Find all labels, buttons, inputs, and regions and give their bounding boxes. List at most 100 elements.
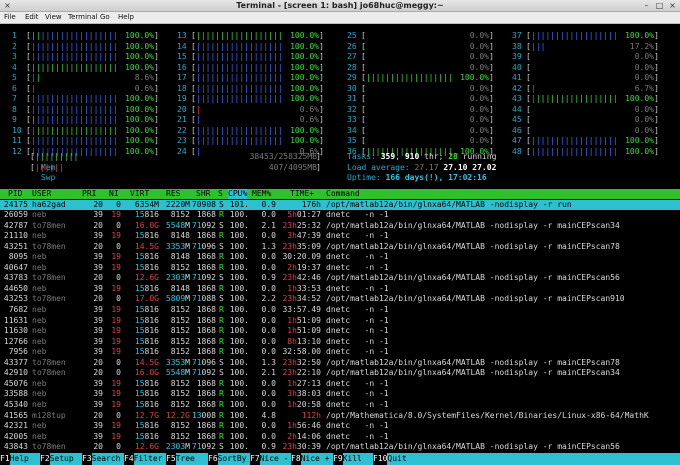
- shr: 1868: [196, 315, 216, 325]
- process-row[interactable]: 45340 neb 39 19 15816 8152 1868 R 100. 0.0 1h20:58…: [0, 400, 680, 411]
- menu-help[interactable]: Help: [118, 12, 134, 23]
- res: 12.2G: [165, 410, 190, 420]
- column-header-shr[interactable]: SHR: [196, 189, 210, 199]
- process-row[interactable]: 43253 to78men 20 0 17.0G 5809M 71088 S 100. 2.2 23…: [0, 294, 680, 305]
- column-header-mem[interactable]: MEM%: [252, 189, 271, 199]
- nice: 0: [116, 357, 121, 367]
- fkey-label-search[interactable]: Search: [91, 453, 124, 465]
- process-row[interactable]: 43843 to78men 20 0 12.6G 2303M 71092 S 100. 0.9 23…: [0, 442, 680, 453]
- nice: 0: [116, 273, 121, 283]
- cpu-label: 7: [12, 94, 17, 103]
- minimize-icon[interactable]: –: [642, 1, 651, 10]
- process-row[interactable]: 43377 to78men 20 0 14.5G 3353M 71096 S 100. 1.3 23…: [0, 358, 680, 369]
- state: R: [219, 378, 224, 388]
- column-header-cpu[interactable]: CPU%: [228, 189, 248, 199]
- priority: 20: [93, 294, 103, 304]
- fkey-f8[interactable]: F8: [291, 453, 301, 465]
- process-row[interactable]: 21110 neb 39 19 15816 8148 1868 R 100. 0.0 3h47:39…: [0, 231, 680, 242]
- menu-bar: File Edit View Terminal Go Help: [0, 12, 680, 24]
- pid: 7682: [8, 305, 28, 314]
- column-header-virt[interactable]: VIRT: [130, 189, 149, 199]
- fkey-f10[interactable]: F10: [373, 453, 388, 465]
- process-row[interactable]: 40647 neb 39 19 15816 8152 1868 R 100. 0.0 2h19:37…: [0, 263, 680, 274]
- nice: 19: [111, 283, 121, 293]
- fkey-f4[interactable]: F4: [124, 453, 134, 465]
- process-row[interactable]: 24175 ha62gad 20 0 6354M 2220M 70908 S 101. 0.9 17…: [0, 199, 680, 211]
- time: 3h47:39: [287, 231, 321, 241]
- time: 23h42:46: [282, 273, 321, 283]
- menu-go[interactable]: Go: [100, 12, 110, 23]
- fkey-f6[interactable]: F6: [208, 453, 218, 465]
- time: 23h35:09: [282, 241, 321, 251]
- cpu-meter-26: 26[0.0%]: [347, 41, 494, 51]
- menu-terminal[interactable]: Terminal: [68, 12, 98, 23]
- column-header-time[interactable]: TIME+: [290, 189, 314, 199]
- column-header-ni[interactable]: NI: [109, 189, 119, 199]
- state: R: [219, 326, 224, 336]
- fkey-f5[interactable]: F5: [166, 453, 176, 465]
- process-row[interactable]: 42321 neb 39 19 15816 8152 1868 R 100. 0.0 1h56:46…: [0, 421, 680, 432]
- process-row[interactable]: 45076 neb 39 19 15816 8152 1868 R 100. 0.0 1h27:13…: [0, 379, 680, 390]
- fkey-f9[interactable]: F9: [333, 453, 343, 465]
- fkey-f1[interactable]: F1: [0, 453, 10, 465]
- column-header-res[interactable]: RES: [166, 189, 180, 199]
- shr: 1868: [196, 347, 216, 357]
- process-row[interactable]: 43783 to78men 20 0 12.6G 2303M 71092 S 100. 0.9 23…: [0, 273, 680, 284]
- fkey-label-tree[interactable]: Tree: [175, 453, 208, 465]
- fkey-label-nice[interactable]: Nice -: [259, 453, 291, 465]
- cpu-percent: 100.0%: [625, 136, 654, 145]
- cpu-bar: |: [196, 104, 201, 114]
- priority: 20: [93, 199, 103, 209]
- command: dnetc -n -1: [326, 210, 389, 220]
- fkey-label-sortby[interactable]: SortBy: [217, 453, 250, 465]
- process-row[interactable]: 44650 neb 39 19 15816 8148 1868 R 100. 0.0 1h33:53…: [0, 284, 680, 295]
- nice: 19: [111, 347, 121, 357]
- process-header[interactable]: PID USER PRI NI VIRT RES SHR S CPU% MEM% TIME+ Comm…: [0, 189, 680, 199]
- column-header-pid[interactable]: PID: [8, 189, 22, 199]
- fkey-label-kill[interactable]: Kill: [342, 453, 373, 465]
- fkey-label-help[interactable]: Help: [9, 453, 40, 465]
- user: to78men: [32, 220, 66, 230]
- cpu-percent: 0.0%: [634, 62, 654, 72]
- menu-edit[interactable]: Edit: [25, 12, 39, 23]
- res: 8152: [170, 399, 190, 409]
- process-row[interactable]: 43251 to78men 20 0 14.5G 3353M 71096 S 100. 1.3 23…: [0, 242, 680, 253]
- title-bar[interactable]: × Terminal - [screen 1: bash] jo68huc@me…: [0, 0, 680, 12]
- fkey-f2[interactable]: F2: [40, 453, 50, 465]
- maximize-icon[interactable]: □: [655, 1, 664, 10]
- process-row[interactable]: 33588 neb 39 19 15816 8152 1868 R 100. 0.0 3h38:03…: [0, 389, 680, 400]
- column-header-user[interactable]: USER: [32, 189, 51, 199]
- fkey-f7[interactable]: F7: [250, 453, 260, 465]
- fkey-label-filter[interactable]: Filter: [133, 453, 166, 465]
- fkey-label-nice[interactable]: Nice +: [300, 453, 333, 465]
- process-row[interactable]: 42005 neb 39 19 15816 8152 1868 R 100. 0.0 2h14:06…: [0, 432, 680, 443]
- process-row[interactable]: 11631 neb 39 19 15816 8152 1868 R 100. 0.0 1h51:09…: [0, 316, 680, 327]
- process-row[interactable]: 42787 to78men 20 0 16.0G 5548M 71092 S 100. 2.1 23…: [0, 221, 680, 232]
- shr: 1868: [196, 326, 216, 336]
- cpu-percent: 100.: [229, 357, 249, 367]
- cpu-meter-2: 2[|||||||||||||||||| 100.0%]: [12, 41, 159, 51]
- process-row[interactable]: 41565 mi28tup 20 0 12.7G 12.2G 13008 R 100. 4.8 11…: [0, 411, 680, 422]
- close-icon[interactable]: ×: [668, 1, 677, 10]
- process-row[interactable]: 7956 neb 39 19 15816 8152 1868 R 100. 0.0 32:58.00…: [0, 347, 680, 358]
- cpu-meter-16: 16[|||||||||||||||||| 100.0%]: [177, 62, 324, 72]
- column-header-s[interactable]: S: [218, 189, 223, 199]
- terminal-area[interactable]: 1[|||||||||||||||||| 100.0%] 2[|||||||||||…: [0, 24, 680, 465]
- process-row[interactable]: 42910 to78men 20 0 16.0G 5548M 71092 S 100. 2.1 23…: [0, 368, 680, 379]
- fkey-label-setup[interactable]: Setup: [49, 453, 82, 465]
- cpu-bar: ||||||||||||||||||: [31, 52, 118, 61]
- menu-file[interactable]: File: [4, 12, 16, 23]
- fkey-f3[interactable]: F3: [82, 453, 92, 465]
- column-header-pri[interactable]: PRI: [82, 189, 96, 199]
- fkey-label-quit[interactable]: Quit: [387, 453, 420, 465]
- process-row[interactable]: 7682 neb 39 19 15816 8152 1868 R 100. 0.0 33:57.49…: [0, 305, 680, 316]
- process-row[interactable]: 26059 neb 39 19 15816 8152 1868 R 100. 0.0 5h01:27…: [0, 210, 680, 221]
- column-header-command[interactable]: Command: [326, 189, 360, 199]
- process-row[interactable]: 11630 neb 39 19 15816 8152 1868 R 100. 0.0 1h51:09…: [0, 326, 680, 337]
- menu-view[interactable]: View: [45, 12, 62, 23]
- cpu-label: 26: [347, 41, 357, 51]
- cpu-meter-20: 20[| 0.6%]: [177, 104, 324, 114]
- time: 112h: [301, 410, 321, 420]
- process-row[interactable]: 8095 neb 39 19 15816 8148 1868 R 100. 0.0 30:20.09…: [0, 252, 680, 263]
- process-row[interactable]: 12766 neb 39 19 15816 8152 1868 R 100. 0.0 8h13:10…: [0, 337, 680, 348]
